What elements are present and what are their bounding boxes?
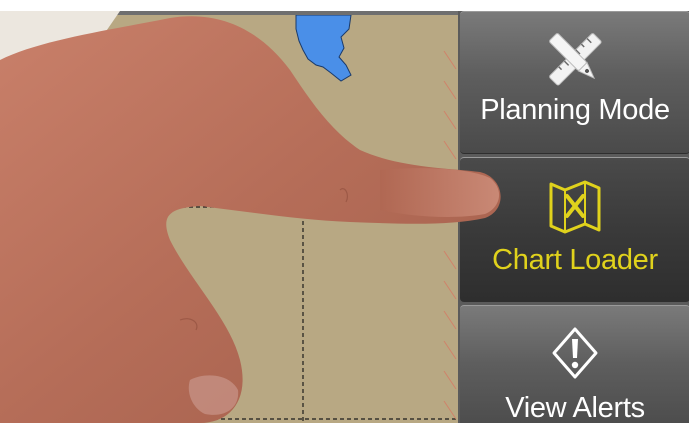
view-alerts-button[interactable]: View Alerts — [460, 305, 689, 423]
planning-mode-label: Planning Mode — [480, 94, 670, 126]
chart-canvas — [11, 15, 458, 423]
chart-tile-borders — [11, 206, 458, 423]
view-alerts-label: View Alerts — [505, 392, 645, 423]
side-menu: Planning Mode Chart Loader View Alerts — [458, 11, 689, 423]
alert-icon — [552, 327, 598, 379]
planning-tools-icon — [549, 33, 602, 86]
water-area — [295, 15, 352, 82]
app-frame: Planning Mode Chart Loader View Alerts — [7, 11, 689, 423]
chart-loader-button[interactable]: Chart Loader — [460, 157, 689, 302]
hazard-hatching — [443, 50, 457, 420]
nautical-chart-view[interactable] — [11, 15, 458, 423]
chart-loader-label: Chart Loader — [492, 244, 658, 276]
chart-loader-icon — [549, 180, 601, 234]
planning-mode-button[interactable]: Planning Mode — [460, 11, 689, 154]
